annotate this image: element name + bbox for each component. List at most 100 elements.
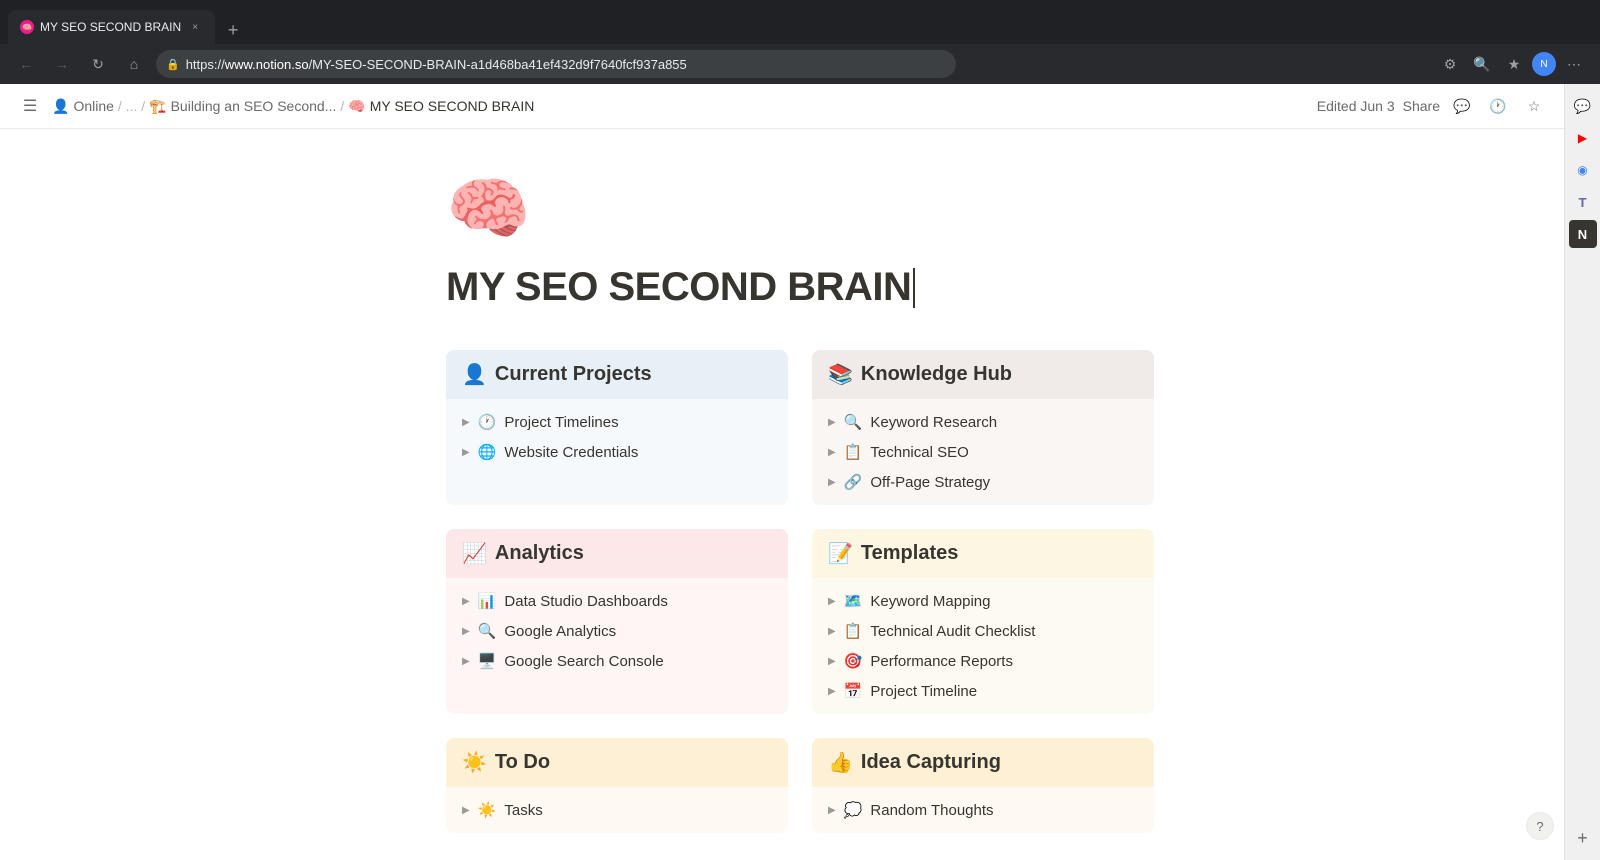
idea-capturing-icon: 👍	[828, 750, 853, 775]
list-item[interactable]: ▶ 🔗 Off-Page Strategy	[812, 467, 1154, 497]
keyword-research-icon: 🔍	[844, 413, 863, 431]
sidebar-add-icon[interactable]: +	[1569, 824, 1597, 852]
list-item[interactable]: ▶ 🗺️ Keyword Mapping	[812, 586, 1154, 616]
history-icon[interactable]: 🕐	[1484, 92, 1512, 120]
extensions-icon[interactable]: ⚙	[1436, 50, 1464, 78]
breadcrumb-current-label: MY SEO SECOND BRAIN	[370, 98, 535, 114]
arrow-icon: ▶	[828, 417, 836, 428]
list-item[interactable]: ▶ 🎯 Performance Reports	[812, 646, 1154, 676]
list-item[interactable]: ▶ 🕐 Project Timelines	[446, 407, 788, 437]
breadcrumb-item-current[interactable]: 🧠 MY SEO SECOND BRAIN	[348, 98, 534, 115]
knowledge-hub-card: 📚 Knowledge Hub ▶ 🔍 Keyword Research ▶ 📋	[812, 350, 1154, 505]
arrow-icon: ▶	[828, 477, 836, 488]
current-projects-card: 👤 Current Projects ▶ 🕐 Project Timelines…	[446, 350, 788, 505]
arrow-icon: ▶	[462, 656, 470, 667]
arrow-icon: ▶	[828, 656, 836, 667]
tab-close-button[interactable]: ×	[187, 19, 203, 35]
notion-app: ☰ 👤 Online / ... / 🏗️ Building an SEO Se…	[0, 84, 1600, 860]
sidebar-toggle-icon[interactable]: ☰	[16, 92, 44, 120]
arrow-icon: ▶	[462, 626, 470, 637]
list-item[interactable]: ▶ 📋 Technical SEO	[812, 437, 1154, 467]
zoom-icon[interactable]: 🔍	[1468, 50, 1496, 78]
timelines-label: Project Timelines	[504, 414, 618, 431]
profile-avatar[interactable]: N	[1532, 52, 1556, 76]
list-item[interactable]: ▶ 🔍 Keyword Research	[812, 407, 1154, 437]
off-page-icon: 🔗	[844, 473, 863, 491]
breadcrumb-building-label: Building an SEO Second...	[171, 98, 337, 114]
idea-capturing-body: ▶ 💭 Random Thoughts	[812, 787, 1154, 833]
breadcrumb: 👤 Online / ... / 🏗️ Building an SEO Seco…	[52, 98, 1309, 115]
templates-body: ▶ 🗺️ Keyword Mapping ▶ 📋 Technical Audit…	[812, 578, 1154, 714]
bookmark-icon[interactable]: ★	[1500, 50, 1528, 78]
list-item[interactable]: ▶ 📊 Data Studio Dashboards	[446, 586, 788, 616]
timelines-icon: 🕐	[478, 413, 497, 431]
technical-seo-label: Technical SEO	[870, 444, 968, 461]
templates-icon: 📝	[828, 541, 853, 566]
breadcrumb-item-online[interactable]: 👤 Online	[52, 98, 114, 115]
chrome-icon[interactable]: ◉	[1569, 156, 1597, 184]
teams-icon[interactable]: T	[1569, 188, 1597, 216]
active-tab[interactable]: 🧠 MY SEO SECOND BRAIN ×	[8, 10, 215, 44]
share-button[interactable]: Share	[1403, 98, 1440, 114]
notion-topbar: ☰ 👤 Online / ... / 🏗️ Building an SEO Se…	[0, 84, 1600, 129]
arrow-icon: ▶	[828, 596, 836, 607]
home-button[interactable]: ⌂	[120, 50, 148, 78]
list-item[interactable]: ▶ 📋 Technical Audit Checklist	[812, 616, 1154, 646]
off-page-label: Off-Page Strategy	[870, 474, 990, 491]
arrow-icon: ▶	[828, 447, 836, 458]
list-item[interactable]: ▶ 🌐 Website Credentials	[446, 437, 788, 467]
search-console-label: Google Search Console	[504, 653, 663, 670]
arrow-icon: ▶	[462, 417, 470, 428]
todo-header: ☀️ To Do	[446, 738, 788, 787]
back-button[interactable]: ←	[12, 50, 40, 78]
breadcrumb-sep-2: /	[340, 98, 344, 114]
project-timeline-icon: 📅	[844, 682, 863, 700]
keyword-research-label: Keyword Research	[870, 414, 997, 431]
comment-icon[interactable]: 💬	[1448, 92, 1476, 120]
arrow-icon: ▶	[462, 447, 470, 458]
page-icon[interactable]: 🧠	[446, 169, 1154, 249]
idea-capturing-title: Idea Capturing	[861, 751, 1001, 774]
arrow-icon: ▶	[462, 596, 470, 607]
arrow-icon: ▶	[828, 686, 836, 697]
list-item[interactable]: ▶ 🔍 Google Analytics	[446, 616, 788, 646]
data-studio-label: Data Studio Dashboards	[504, 593, 667, 610]
tab-bar: 🧠 MY SEO SECOND BRAIN × +	[8, 0, 247, 44]
templates-header: 📝 Templates	[812, 529, 1154, 578]
youtube-icon[interactable]: ▶	[1569, 124, 1597, 152]
performance-reports-icon: 🎯	[844, 652, 863, 670]
address-bar-row: ← → ↻ ⌂ 🔒 https://www.notion.so/MY-SEO-S…	[0, 44, 1600, 84]
arrow-icon: ▶	[828, 805, 836, 816]
list-item[interactable]: ▶ 🖥️ Google Search Console	[446, 646, 788, 676]
edited-label: Edited Jun 3	[1317, 98, 1395, 114]
list-item[interactable]: ▶ ☀️ Tasks	[446, 795, 788, 825]
grid-row-3: ☀️ To Do ▶ ☀️ Tasks 👍 I	[446, 738, 1154, 833]
grid-row-1: 👤 Current Projects ▶ 🕐 Project Timelines…	[446, 350, 1154, 505]
help-button[interactable]: ?	[1526, 812, 1554, 840]
list-item[interactable]: ▶ 📅 Project Timeline	[812, 676, 1154, 706]
templates-title: Templates	[861, 542, 958, 565]
tasks-icon: ☀️	[478, 801, 497, 819]
arrow-icon: ▶	[828, 626, 836, 637]
notion-sidebar-icon[interactable]: N	[1569, 220, 1597, 248]
breadcrumb-online-label: Online	[73, 98, 113, 114]
more-tools-icon[interactable]: ⋯	[1560, 50, 1588, 78]
star-icon[interactable]: ☆	[1520, 92, 1548, 120]
reload-button[interactable]: ↻	[84, 50, 112, 78]
whatsapp-icon[interactable]: 💬	[1569, 92, 1597, 120]
list-item[interactable]: ▶ 💭 Random Thoughts	[812, 795, 1154, 825]
random-thoughts-icon: 💭	[844, 801, 863, 819]
analytics-title: Analytics	[495, 542, 584, 565]
todo-icon: ☀️	[462, 750, 487, 775]
technical-seo-icon: 📋	[844, 443, 863, 461]
address-bar[interactable]: 🔒 https://www.notion.so/MY-SEO-SECOND-BR…	[156, 50, 956, 78]
todo-title: To Do	[495, 751, 550, 774]
google-analytics-icon: 🔍	[478, 622, 497, 640]
new-tab-button[interactable]: +	[219, 16, 247, 44]
page-title[interactable]: MY SEO SECOND BRAIN	[446, 265, 1154, 310]
forward-button[interactable]: →	[48, 50, 76, 78]
notion-content: 🧠 MY SEO SECOND BRAIN 👤 Current Projects	[0, 129, 1600, 860]
breadcrumb-item-building[interactable]: 🏗️ Building an SEO Second...	[149, 98, 336, 115]
tasks-label: Tasks	[504, 802, 542, 819]
page-title-text: MY SEO SECOND BRAIN	[446, 265, 911, 310]
